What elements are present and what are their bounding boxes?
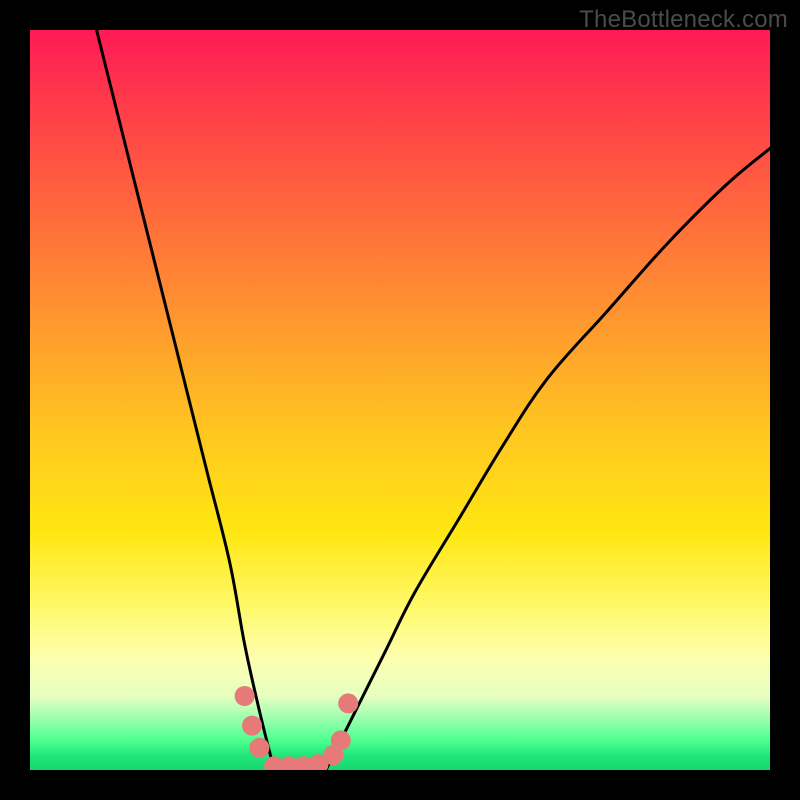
chart-frame: TheBottleneck.com — [0, 0, 800, 800]
plot-area — [30, 30, 770, 770]
highlight-dot — [242, 716, 262, 736]
highlight-dot — [235, 686, 255, 706]
highlight-dot — [249, 738, 269, 758]
dot-group — [235, 686, 359, 770]
series-right-branch — [326, 148, 770, 770]
series-left-branch — [97, 30, 275, 770]
curve-group — [97, 30, 770, 770]
curve-layer — [30, 30, 770, 770]
highlight-dot — [331, 730, 351, 750]
highlight-dot — [338, 693, 358, 713]
